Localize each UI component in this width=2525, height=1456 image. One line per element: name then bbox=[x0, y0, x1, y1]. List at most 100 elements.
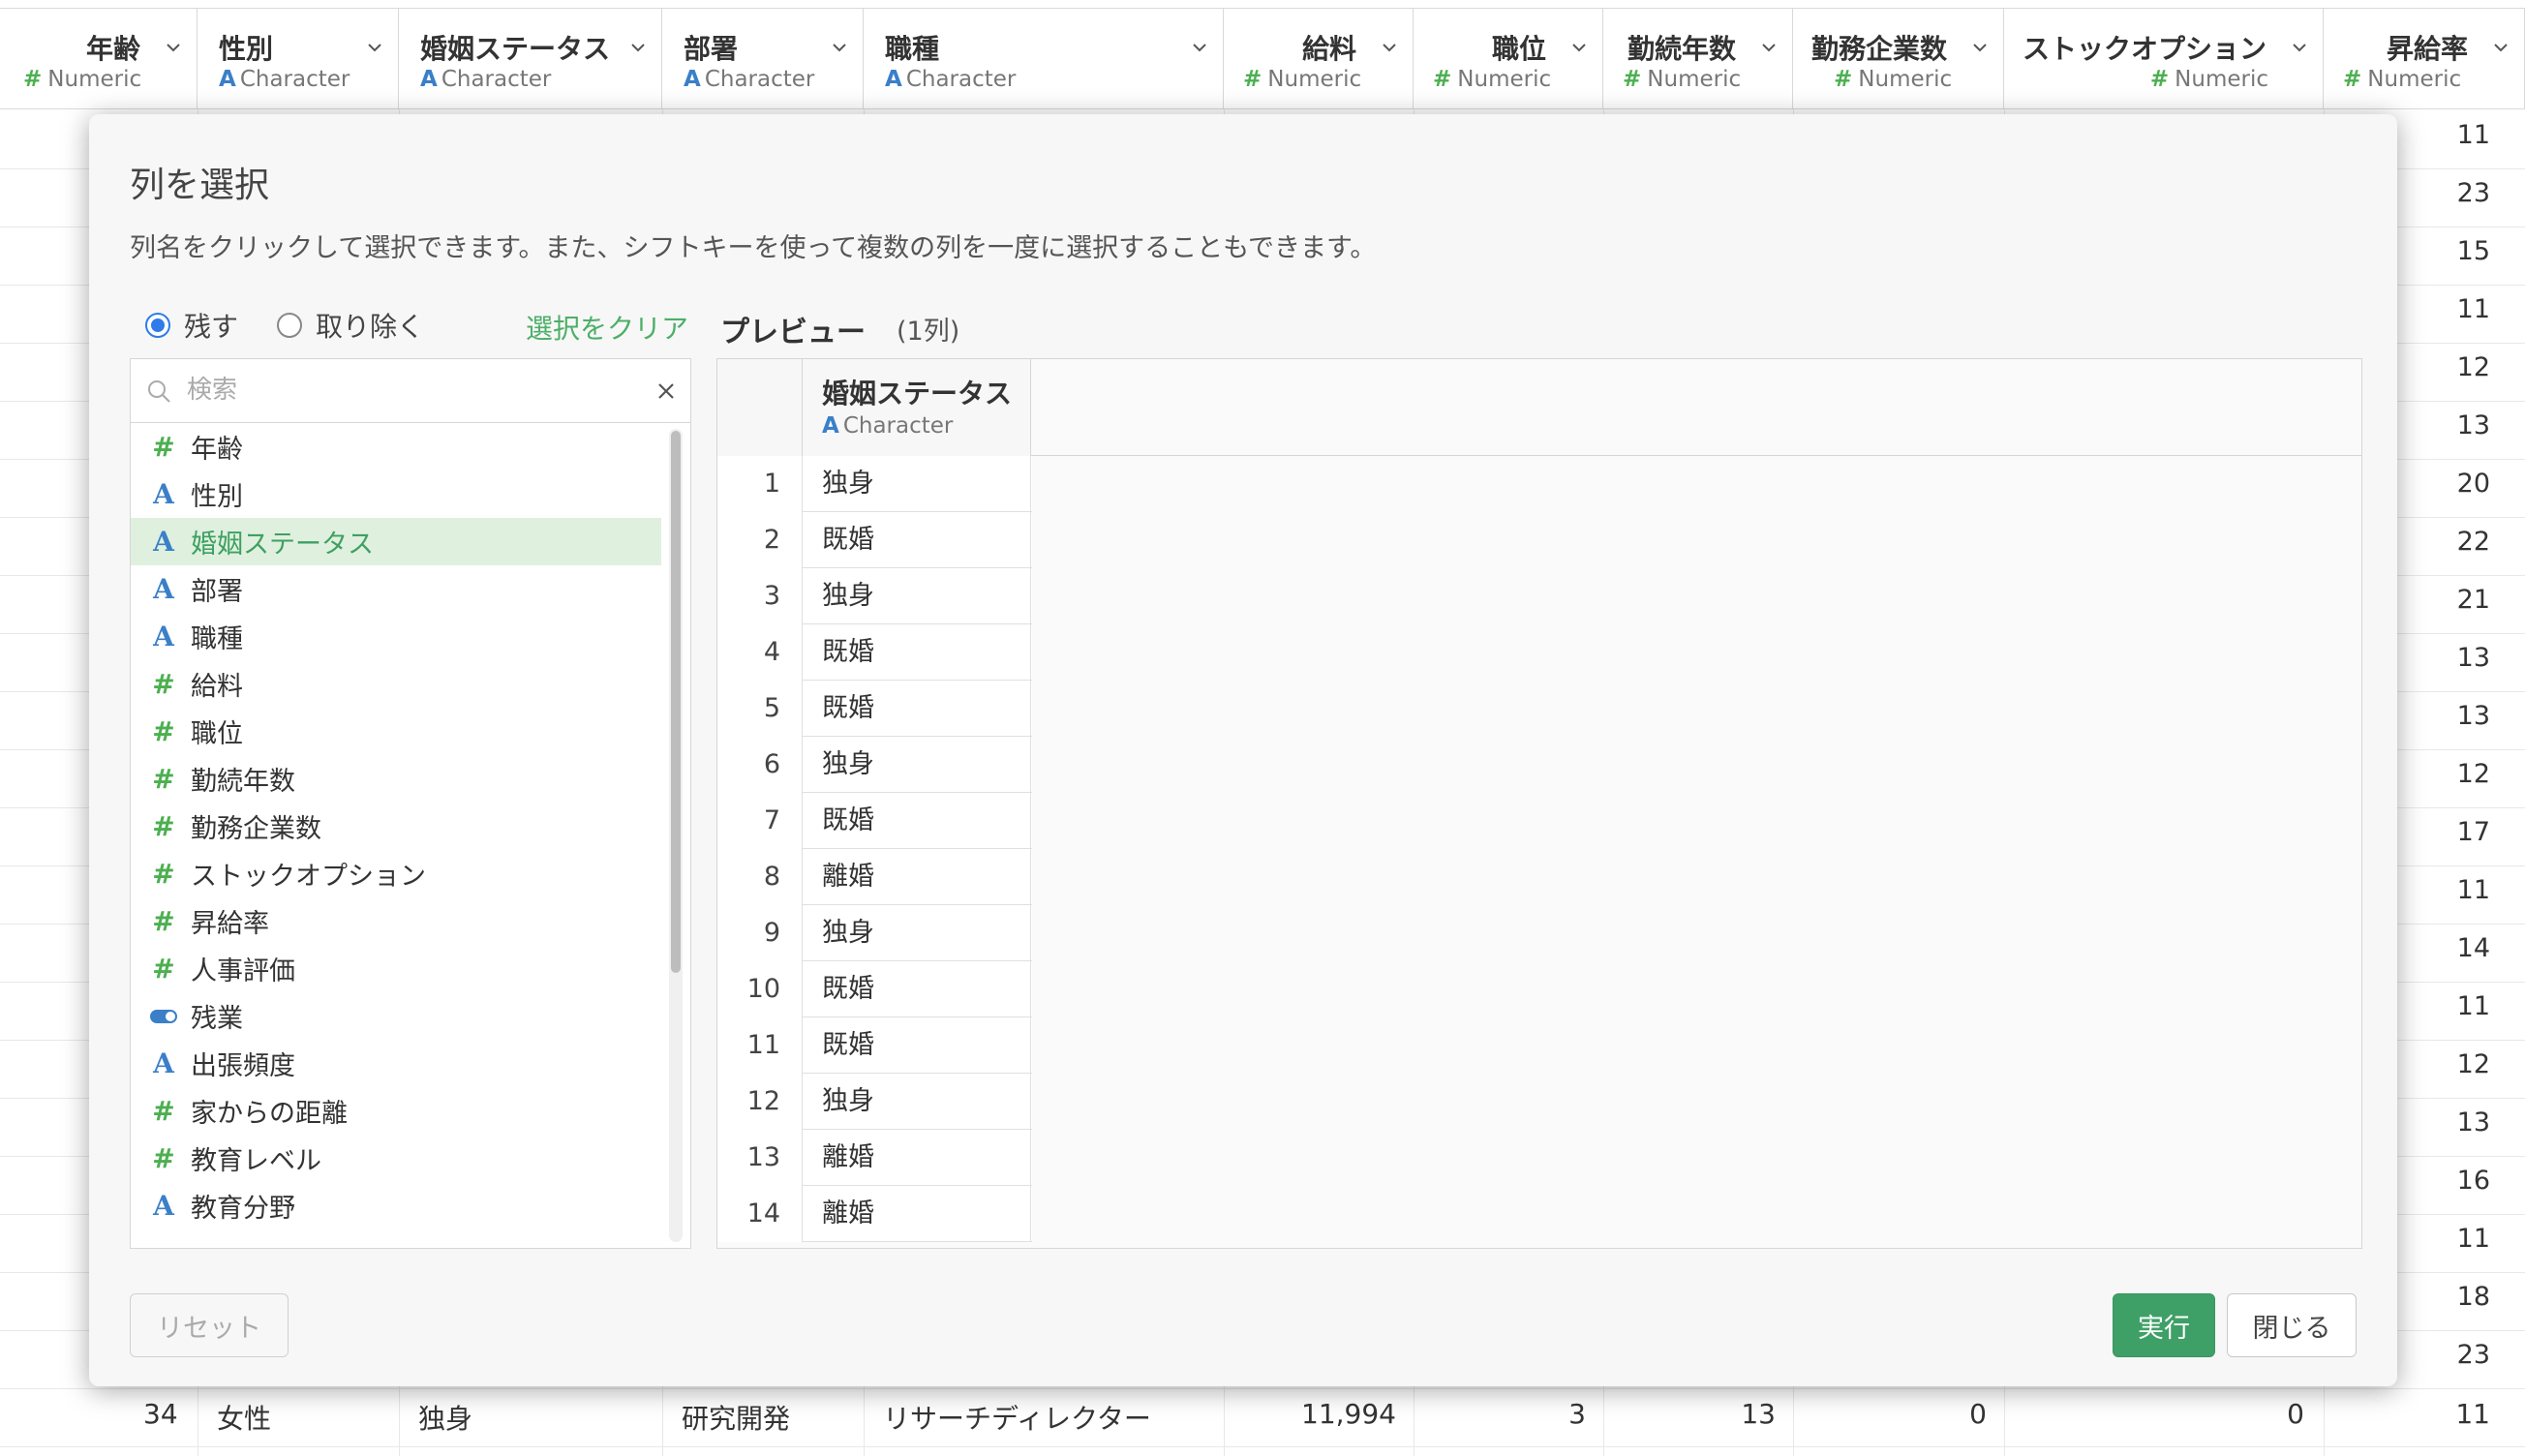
row-index: 14 bbox=[717, 1186, 803, 1242]
table-row: 5 既婚 bbox=[717, 681, 1032, 737]
column-name: 部署 bbox=[684, 33, 739, 65]
cell-raise-rate[interactable]: 11 bbox=[2382, 294, 2490, 324]
cell-raise-rate[interactable]: 22 bbox=[2382, 527, 2490, 557]
character-icon: A bbox=[822, 413, 839, 439]
column-header-raise[interactable]: 昇給率 # Numeric bbox=[2324, 9, 2525, 109]
cell-raise-rate[interactable]: 12 bbox=[2382, 1049, 2490, 1079]
column-list-item[interactable]: # ストックオプション bbox=[131, 850, 661, 897]
chevron-down-icon[interactable] bbox=[1571, 40, 1587, 55]
cell-companies[interactable]: 0 bbox=[1871, 1398, 1987, 1430]
column-list-scrollbar[interactable] bbox=[669, 429, 683, 1242]
column-list-item[interactable]: # 勤務企業数 bbox=[131, 803, 661, 850]
cell-gender[interactable]: 女性 bbox=[217, 1398, 271, 1437]
cell-raise-rate[interactable]: 13 bbox=[2382, 701, 2490, 731]
column-header-marital[interactable]: 婚姻ステータス A Character bbox=[399, 9, 662, 109]
reset-button[interactable]: リセット bbox=[130, 1293, 289, 1357]
chevron-down-icon[interactable] bbox=[1972, 40, 1988, 55]
clear-selection-link[interactable]: 選択をクリア bbox=[526, 308, 688, 347]
column-list-item-label: 年齢 bbox=[191, 435, 243, 465]
cell-salary[interactable]: 11,994 bbox=[1266, 1398, 1396, 1430]
cell-raise-rate[interactable]: 23 bbox=[2382, 178, 2490, 208]
column-type: # Numeric bbox=[1623, 67, 1741, 92]
column-header-level[interactable]: 職位 # Numeric bbox=[1414, 9, 1603, 109]
close-button[interactable]: 閉じる bbox=[2227, 1293, 2357, 1357]
column-list-item[interactable]: A 婚姻ステータス bbox=[131, 518, 661, 565]
search-input[interactable] bbox=[185, 371, 611, 410]
cell-stock[interactable]: 0 bbox=[2188, 1398, 2304, 1430]
run-button[interactable]: 実行 bbox=[2113, 1293, 2215, 1357]
column-list-item[interactable]: # 家からの距離 bbox=[131, 1087, 661, 1135]
cell-raise[interactable]: 11 bbox=[2382, 1398, 2490, 1430]
preview-cell: 既婚 bbox=[803, 961, 1031, 1017]
column-type: A Character bbox=[885, 67, 1016, 92]
cell-raise-rate[interactable]: 11 bbox=[2382, 1224, 2490, 1254]
column-list-item-label: 給料 bbox=[191, 672, 243, 702]
column-list-item[interactable]: A 性別 bbox=[131, 470, 661, 518]
radio-keep-circle[interactable] bbox=[145, 313, 170, 338]
cell-raise-rate[interactable]: 11 bbox=[2382, 875, 2490, 905]
cell-raise-rate[interactable]: 12 bbox=[2382, 759, 2490, 789]
dialog-description: 列名をクリックして選択できます。また、シフトキーを使って複数の列を一度に選択する… bbox=[130, 233, 1377, 263]
column-list-item[interactable]: # 教育レベル bbox=[131, 1135, 661, 1182]
cell-marital[interactable]: 独身 bbox=[418, 1398, 472, 1437]
cell-raise-rate[interactable]: 16 bbox=[2382, 1166, 2490, 1196]
cell-raise-rate[interactable]: 15 bbox=[2382, 236, 2490, 266]
cell-raise-rate[interactable]: 20 bbox=[2382, 469, 2490, 499]
numeric-icon: # bbox=[152, 1095, 175, 1127]
cell-raise-rate[interactable]: 13 bbox=[2382, 410, 2490, 440]
chevron-down-icon[interactable] bbox=[2493, 40, 2509, 55]
cell-raise-rate[interactable]: 13 bbox=[2382, 643, 2490, 673]
close-icon[interactable] bbox=[655, 380, 677, 402]
column-list-item[interactable]: 残業 bbox=[131, 992, 661, 1040]
cell-raise-rate[interactable]: 13 bbox=[2382, 1107, 2490, 1138]
cell-age[interactable]: 34 bbox=[143, 1398, 178, 1430]
cell-raise-rate[interactable]: 11 bbox=[2382, 991, 2490, 1021]
column-list-item[interactable]: # 昇給率 bbox=[131, 897, 661, 945]
cell-raise-rate[interactable]: 21 bbox=[2382, 585, 2490, 615]
cell-raise-rate[interactable]: 23 bbox=[2382, 1340, 2490, 1370]
column-list-item[interactable]: A 部署 bbox=[131, 565, 661, 613]
cell-raise-rate[interactable]: 12 bbox=[2382, 352, 2490, 382]
column-list-item[interactable]: # 給料 bbox=[131, 660, 661, 708]
column-list-item[interactable]: # 職位 bbox=[131, 708, 661, 755]
cell-dept[interactable]: 研究開発 bbox=[682, 1398, 790, 1437]
column-header-salary[interactable]: 給料 # Numeric bbox=[1224, 9, 1414, 109]
chevron-down-icon[interactable] bbox=[2292, 40, 2307, 55]
column-header-gender[interactable]: 性別 A Character bbox=[198, 9, 399, 109]
column-list-item[interactable]: A 職種 bbox=[131, 613, 661, 660]
radio-remove-circle[interactable] bbox=[277, 313, 303, 338]
chevron-down-icon[interactable] bbox=[1761, 40, 1777, 55]
column-type: # Numeric bbox=[1433, 67, 1551, 92]
column-header-companies[interactable]: 勤務企業数 # Numeric bbox=[1793, 9, 2004, 109]
chevron-down-icon[interactable] bbox=[1382, 40, 1397, 55]
column-header-dept[interactable]: 部署 A Character bbox=[662, 9, 864, 109]
character-icon: A bbox=[153, 621, 174, 652]
cell-job[interactable]: リサーチディレクター bbox=[883, 1398, 1151, 1437]
column-list-item[interactable]: # 人事評価 bbox=[131, 945, 661, 992]
column-header-age[interactable]: 年齢 # Numeric bbox=[0, 9, 198, 109]
cell-raise-rate[interactable]: 11 bbox=[2382, 120, 2490, 150]
cell-raise-rate[interactable]: 14 bbox=[2382, 933, 2490, 963]
column-header-years[interactable]: 勤続年数 # Numeric bbox=[1603, 9, 1793, 109]
column-list-item[interactable]: A 教育分野 bbox=[131, 1182, 661, 1229]
cell-years[interactable]: 13 bbox=[1661, 1398, 1776, 1430]
cell-raise-rate[interactable]: 17 bbox=[2382, 817, 2490, 847]
column-type: A Character bbox=[420, 67, 551, 92]
radio-remove[interactable]: 取り除く bbox=[277, 306, 424, 345]
column-list-item[interactable]: A 出張頻度 bbox=[131, 1040, 661, 1087]
column-header-stock[interactable]: ストックオプション # Numeric bbox=[2004, 9, 2324, 109]
chevron-down-icon[interactable] bbox=[166, 40, 181, 55]
chevron-down-icon[interactable] bbox=[1192, 40, 1207, 55]
scrollbar-thumb[interactable] bbox=[671, 431, 681, 973]
cell-raise-rate[interactable]: 18 bbox=[2382, 1282, 2490, 1312]
column-list-item[interactable]: # 年齢 bbox=[131, 423, 661, 470]
chevron-down-icon[interactable] bbox=[367, 40, 382, 55]
column-header-job[interactable]: 職種 A Character bbox=[864, 9, 1224, 109]
chevron-down-icon[interactable] bbox=[832, 40, 847, 55]
table-row: 8 離婚 bbox=[717, 849, 1032, 905]
cell-level[interactable]: 3 bbox=[1472, 1398, 1586, 1430]
table-row: 11 既婚 bbox=[717, 1017, 1032, 1074]
chevron-down-icon[interactable] bbox=[630, 40, 646, 55]
column-list-item[interactable]: # 勤続年数 bbox=[131, 755, 661, 803]
radio-keep[interactable]: 残す bbox=[145, 306, 238, 345]
